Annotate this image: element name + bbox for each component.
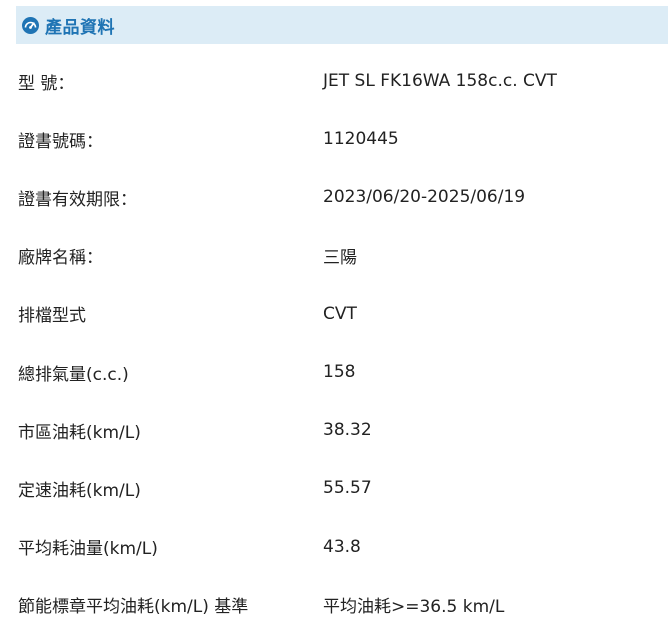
spec-row-average-fuel-economy: 平均耗油量(km/L) 43.8 — [0, 518, 668, 576]
spec-label: 定速油耗(km/L) — [18, 480, 141, 501]
spec-value: 38.32 — [323, 420, 372, 441]
spec-label: 平均耗油量(km/L) — [18, 539, 158, 560]
spec-value: 三陽 — [323, 248, 357, 269]
spec-value: 1120445 — [323, 129, 399, 150]
spec-label: 市區油耗(km/L) — [18, 422, 141, 443]
spec-label: 廠牌名稱： — [18, 248, 103, 269]
spec-row-certificate-validity: 證書有效期限： 2023/06/20-2025/06/19 — [0, 168, 668, 226]
spec-label: 總排氣量(c.c.) — [18, 364, 129, 385]
spec-value: 2023/06/20-2025/06/19 — [323, 187, 526, 208]
spec-row-displacement: 總排氣量(c.c.) 158 — [0, 343, 668, 401]
spec-value: 55.57 — [323, 478, 372, 499]
spec-row-energy-label-standard: 節能標章平均油耗(km/L) 基準 平均油耗>=36.5 km/L — [0, 576, 668, 634]
spec-list: 型 號： JET SL FK16WA 158c.c. CVT 證書號碼： 112… — [0, 52, 668, 634]
spec-row-model: 型 號： JET SL FK16WA 158c.c. CVT — [0, 52, 668, 110]
spec-value: CVT — [323, 303, 357, 324]
spec-value: 平均油耗>=36.5 km/L — [323, 597, 505, 618]
product-info-panel: 產品資料 型 號： JET SL FK16WA 158c.c. CVT 證書號碼… — [0, 0, 668, 640]
spec-row-city-fuel-economy: 市區油耗(km/L) 38.32 — [0, 401, 668, 459]
spec-label: 排檔型式 — [18, 306, 86, 327]
spec-row-brand: 廠牌名稱： 三陽 — [0, 227, 668, 285]
spec-label: 證書有效期限： — [18, 189, 137, 210]
spec-label: 證書號碼： — [18, 131, 103, 152]
spec-row-certificate-number: 證書號碼： 1120445 — [0, 110, 668, 168]
spec-row-transmission: 排檔型式 CVT — [0, 285, 668, 343]
spec-label: 型 號： — [18, 73, 75, 94]
spec-label: 節能標章平均油耗(km/L) 基準 — [18, 597, 249, 618]
section-title: 產品資料 — [45, 17, 115, 38]
section-header: 產品資料 — [16, 6, 668, 44]
spec-row-constant-speed-fuel-economy: 定速油耗(km/L) 55.57 — [0, 459, 668, 517]
spec-value: JET SL FK16WA 158c.c. CVT — [323, 71, 557, 92]
spec-value: 158 — [323, 362, 356, 383]
speedometer-icon — [22, 16, 39, 34]
spec-value: 43.8 — [323, 536, 361, 557]
